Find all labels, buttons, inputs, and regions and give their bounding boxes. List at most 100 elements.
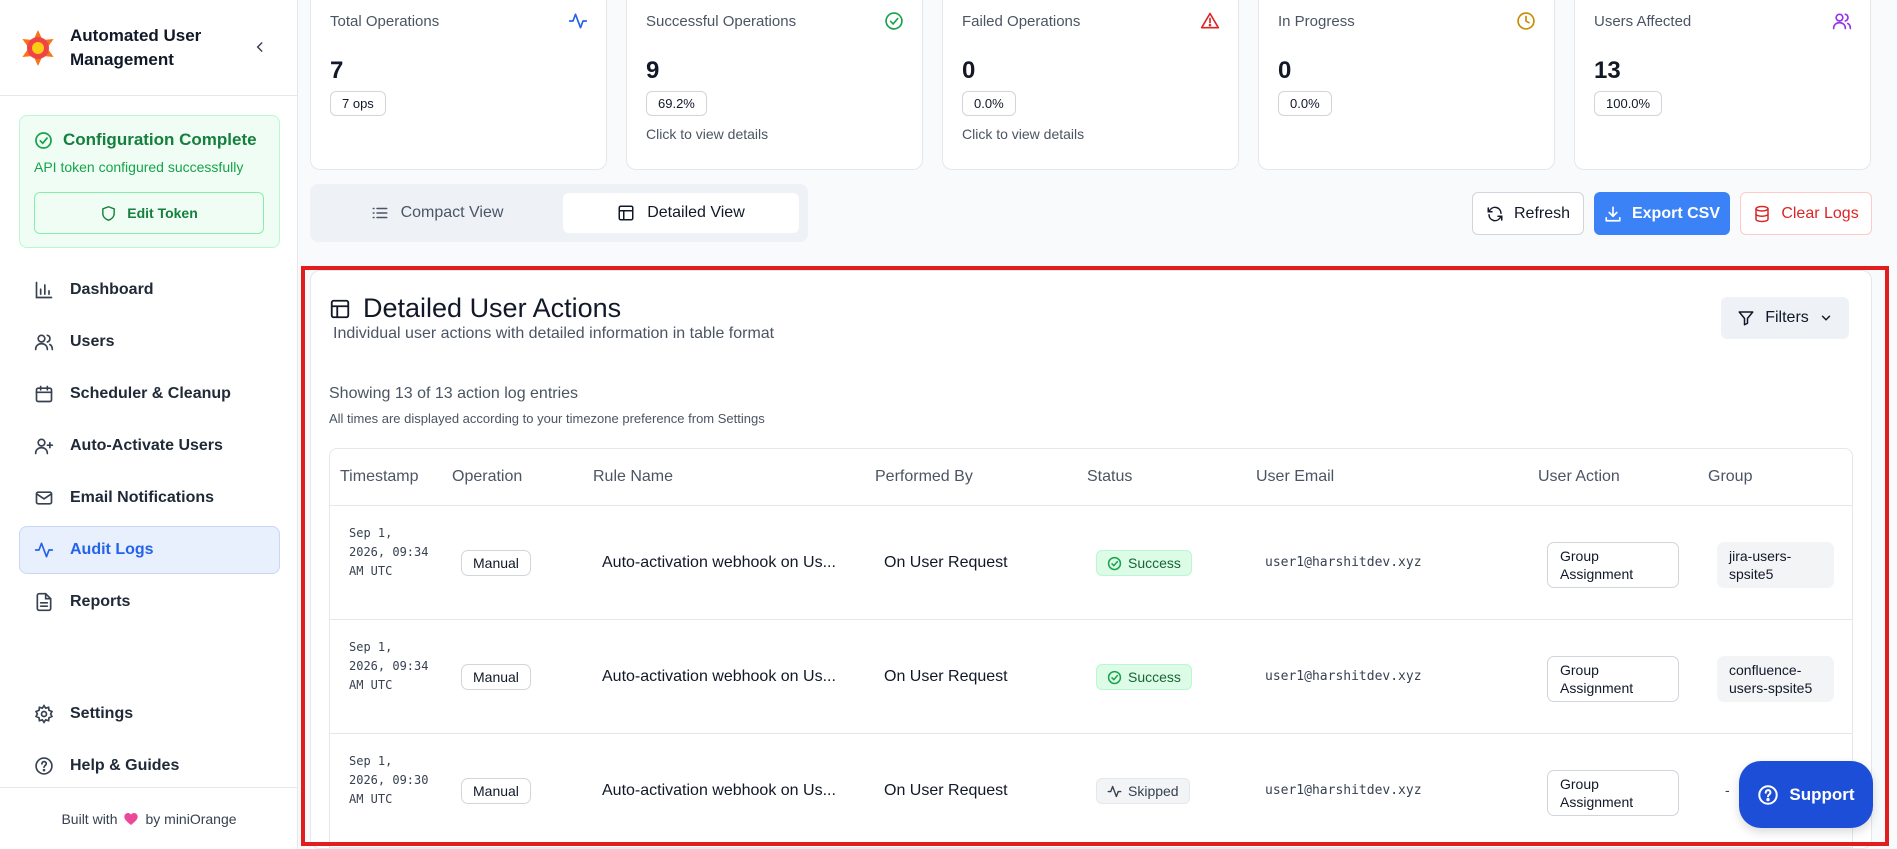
group-cell-empty: - (1725, 782, 1730, 798)
help-circle-icon (1758, 784, 1779, 805)
support-button[interactable]: Support (1739, 761, 1873, 828)
timezone-note: All times are displayed according to you… (329, 411, 765, 426)
detailed-view-label: Detailed View (647, 204, 745, 221)
filters-button[interactable]: Filters (1721, 297, 1849, 339)
group-badge: confluence-users-spsite5 (1717, 656, 1834, 702)
table-row[interactable]: Sep 1, 2026, 09:30 AM UTC Manual Auto-ac… (330, 734, 1852, 848)
table-header: Timestamp Operation Rule Name Performed … (330, 449, 1852, 506)
sidebar-item-reports[interactable]: Reports (19, 578, 280, 626)
file-text-icon (36, 592, 52, 612)
sidebar-item-settings[interactable]: Settings (19, 690, 280, 738)
chevron-down-icon (1821, 315, 1831, 321)
gear-icon (34, 704, 54, 724)
column-header[interactable]: Timestamp (340, 468, 419, 486)
sidebar-item-audit-logs[interactable]: Audit Logs (19, 526, 280, 574)
config-subtitle: API token configured successfully (34, 159, 244, 175)
sidebar-item-help[interactable]: Help & Guides (19, 742, 280, 790)
operation-badge: Manual (461, 664, 531, 690)
export-csv-label: Export CSV (1631, 204, 1720, 222)
column-header[interactable]: User Action (1538, 468, 1620, 486)
sidebar-item-dashboard[interactable]: Dashboard (19, 266, 280, 314)
user-action-badge: Group Assignment (1547, 656, 1679, 702)
timestamp-cell: Sep 1, 2026, 09:30 AM UTC (349, 754, 429, 806)
calendar-icon (35, 385, 53, 403)
action-log-table: Timestamp Operation Rule Name Performed … (329, 448, 1853, 848)
stat-pill: 0.0% (1278, 91, 1332, 116)
support-label: Support (1789, 784, 1855, 804)
export-csv-button[interactable]: Export CSV (1594, 192, 1730, 235)
panel-title: Detailed User Actions (329, 293, 621, 324)
stat-card-users-affected[interactable]: Users Affected 13 100.0% (1574, 0, 1871, 170)
refresh-icon (1487, 206, 1503, 221)
sidebar-item-email-notifications[interactable]: Email Notifications (19, 474, 280, 522)
compact-view-tab[interactable]: Compact View (319, 193, 555, 233)
sidebar-item-label: Email Notifications (70, 489, 215, 506)
status-badge: Success (1096, 664, 1192, 690)
user-plus-icon (34, 438, 54, 455)
refresh-button[interactable]: Refresh (1472, 192, 1584, 235)
stat-pill: 0.0% (962, 91, 1016, 116)
stat-label: Total Operations (330, 13, 440, 30)
user-email-cell: user1@harshitdev.xyz (1265, 555, 1422, 570)
stat-value: 7 (330, 57, 344, 84)
stat-card-failed-operations[interactable]: Failed Operations 0 0.0% Click to view d… (942, 0, 1239, 170)
table-row[interactable]: Sep 1, 2026, 09:34 AM UTC Manual Auto-ac… (330, 620, 1852, 734)
sidebar-item-scheduler[interactable]: Scheduler & Cleanup (19, 370, 280, 418)
stat-details-link[interactable]: Click to view details (646, 126, 903, 142)
stat-label: Users Affected (1594, 13, 1692, 30)
group-badge: jira-users-spsite5 (1717, 542, 1834, 588)
sidebar-item-users[interactable]: Users (19, 318, 280, 366)
panel-subtitle: Individual user actions with detailed in… (333, 325, 775, 342)
timestamp-cell: Sep 1, 2026, 09:34 AM UTC (349, 640, 429, 692)
chevron-left-icon (256, 42, 263, 52)
table-row[interactable]: Sep 1, 2026, 09:34 AM UTC Manual Auto-ac… (330, 506, 1852, 620)
users-icon (34, 334, 54, 351)
refresh-label: Refresh (1513, 204, 1571, 222)
rule-name-cell[interactable]: Auto-activation webhook on Us... (602, 554, 836, 572)
stat-details-link[interactable]: Click to view details (962, 126, 1219, 142)
bottom-nav: Settings Help & Guides (19, 690, 280, 794)
clear-logs-button[interactable]: Clear Logs (1740, 192, 1872, 235)
stat-card-in-progress[interactable]: In Progress 0 0.0% (1258, 0, 1555, 170)
sidebar-item-label: Scheduler & Cleanup (70, 385, 231, 402)
sidebar-item-auto-activate[interactable]: Auto-Activate Users (19, 422, 280, 470)
clear-logs-label: Clear Logs (1781, 204, 1859, 222)
stat-label: Successful Operations (646, 13, 797, 30)
column-header[interactable]: Performed By (875, 468, 973, 486)
sidebar-item-label: Dashboard (70, 281, 154, 298)
activity-icon (1107, 785, 1122, 797)
table-icon (330, 299, 350, 318)
collapse-sidebar-button[interactable] (249, 36, 271, 58)
stat-pill: 7 ops (330, 91, 386, 116)
database-icon (1755, 205, 1770, 222)
alert-triangle-icon (1200, 12, 1220, 29)
status-badge: Success (1096, 550, 1192, 576)
stat-pill: 100.0% (1594, 91, 1663, 116)
rule-name-cell[interactable]: Auto-activation webhook on Us... (602, 782, 836, 800)
stat-card-successful-operations[interactable]: Successful Operations 9 69.2% Click to v… (626, 0, 923, 170)
column-header[interactable]: Rule Name (593, 468, 673, 486)
column-header[interactable]: Status (1087, 468, 1132, 486)
stat-value: 0 (1278, 57, 1292, 84)
user-email-cell: user1@harshitdev.xyz (1265, 783, 1422, 798)
check-circle-icon (1107, 670, 1122, 684)
rule-name-cell[interactable]: Auto-activation webhook on Us... (602, 668, 836, 686)
entries-count: Showing 13 of 13 action log entries (329, 385, 579, 402)
sidebar-item-label: Settings (70, 705, 134, 722)
status-badge: Skipped (1096, 778, 1190, 804)
column-header[interactable]: User Email (1256, 468, 1334, 486)
table-icon (618, 205, 634, 221)
edit-token-button[interactable]: Edit Token (34, 192, 264, 234)
footer-suffix: by miniOrange (145, 810, 237, 827)
operation-badge: Manual (461, 550, 531, 576)
column-header[interactable]: Group (1708, 468, 1752, 486)
shield-icon (102, 205, 116, 221)
main-nav: Dashboard Users Scheduler & Cleanup Auto… (19, 266, 280, 630)
column-header[interactable]: Operation (452, 468, 522, 486)
stat-card-total-operations[interactable]: Total Operations 7 7 ops (310, 0, 607, 170)
status-label: Skipped (1128, 783, 1179, 799)
app-title: Automated User Management (70, 25, 202, 69)
filters-label: Filters (1765, 309, 1809, 326)
detailed-view-tab[interactable]: Detailed View (563, 193, 799, 233)
status-label: Success (1128, 555, 1181, 571)
